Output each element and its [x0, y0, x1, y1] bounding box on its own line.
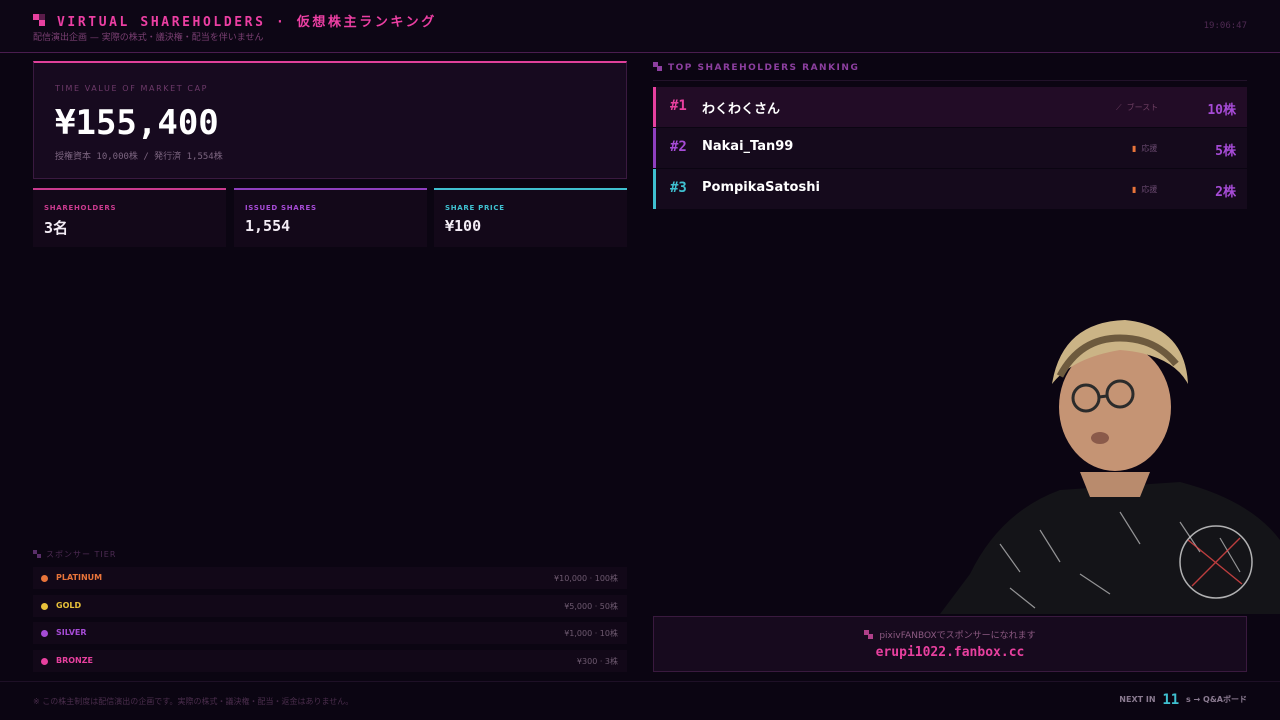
rank-position: #1	[670, 98, 687, 114]
tier-name: BRONZE	[56, 656, 94, 665]
tier-name: SILVER	[56, 628, 87, 637]
tier-price: ¥1,000 · 10株	[564, 629, 618, 638]
market-cap-label: TIME VALUE OF MARKET CAP	[55, 84, 209, 93]
share-count: 5株	[1215, 144, 1236, 159]
shareholder-tag: ▮ 応援	[1132, 144, 1158, 153]
stat-share-price: SHARE PRICE ¥100	[434, 188, 627, 247]
tier-title: スポンサー TIER	[33, 549, 116, 560]
divider	[0, 681, 1280, 682]
rank-position: #3	[670, 180, 687, 196]
market-cap-card: TIME VALUE OF MARKET CAP ¥155,400 授権資本 1…	[33, 61, 627, 179]
stat-value: ¥100	[445, 217, 482, 235]
tier-row: SILVER ¥1,000 · 10株	[33, 622, 627, 644]
sponsor-url[interactable]: erupi1022.fanbox.cc	[654, 645, 1246, 660]
stat-shareholders: SHAREHOLDERS 3名	[33, 188, 226, 247]
countdown-seconds: 11	[1162, 692, 1180, 708]
logo-icon	[33, 14, 45, 26]
ranking-row: #2 Nakai_Tan99 ▮ 応援 5株	[653, 128, 1247, 168]
shareholder-name: Nakai_Tan99	[702, 139, 794, 154]
tier-name: PLATINUM	[56, 573, 103, 582]
page-title: VIRTUAL SHAREHOLDERS · 仮想株主ランキング	[57, 15, 437, 30]
bars-icon: ▮	[1132, 144, 1137, 153]
ranking-row: #3 PompikaSatoshi ▮ 応援 2株	[653, 169, 1247, 209]
shareholder-tag: ⟋ ブースト	[1116, 103, 1159, 112]
sponsor-box: pixivFANBOXでスポンサーになれます erupi1022.fanbox.…	[653, 616, 1247, 672]
stat-label: SHARE PRICE	[445, 204, 505, 212]
market-cap-note: 授権資本 10,000株 / 発行済 1,554株	[55, 152, 223, 162]
header: VIRTUAL SHAREHOLDERS · 仮想株主ランキング 配信演出企画 …	[0, 0, 1280, 53]
sponsor-message: pixivFANBOXでスポンサーになれます	[654, 628, 1246, 641]
market-cap-value: ¥155,400	[55, 103, 219, 143]
fanbox-icon	[864, 630, 874, 639]
stat-value: 3名	[44, 219, 69, 237]
shareholder-name: PompikaSatoshi	[702, 180, 820, 195]
tier-dot	[41, 575, 48, 582]
stat-value: 1,554	[245, 217, 291, 235]
shareholder-name: わくわくさん	[702, 102, 781, 117]
tier-row: GOLD ¥5,000 · 50株	[33, 595, 627, 617]
shareholder-tag: ▮ 応援	[1132, 185, 1158, 194]
share-count: 10株	[1207, 103, 1236, 118]
tier-dot	[41, 630, 48, 637]
tier-dot	[41, 658, 48, 665]
stat-label: ISSUED SHARES	[245, 204, 317, 212]
rocket-icon: ⟋	[1116, 103, 1122, 112]
ranking-row: #1 わくわくさん ⟋ ブースト 10株	[653, 87, 1247, 127]
tier-row: BRONZE ¥300 · 3株	[33, 650, 627, 672]
webcam-overlay	[940, 312, 1280, 614]
share-count: 2株	[1215, 185, 1236, 200]
ranking-icon	[653, 62, 662, 71]
stat-issued-shares: ISSUED SHARES 1,554	[234, 188, 427, 247]
stat-label: SHAREHOLDERS	[44, 204, 117, 212]
streamer-image	[940, 320, 1280, 614]
page-subtitle: 配信演出企画 — 実際の株式・議決権・配当を伴いません	[33, 33, 264, 43]
clock: 19:06:47	[1203, 21, 1247, 31]
tier-price: ¥5,000 · 50株	[564, 602, 618, 611]
tier-row: PLATINUM ¥10,000 · 100株	[33, 567, 627, 589]
bars-icon: ▮	[1132, 185, 1137, 194]
footer-note: ※ この株主制度は配信演出の企画です。実際の株式・議決権・配当・返金はありません…	[33, 697, 354, 706]
tier-dot	[41, 603, 48, 610]
tier-icon	[33, 550, 41, 558]
tier-price: ¥300 · 3株	[576, 657, 618, 666]
next-countdown: NEXT IN 11 s → Q&Aボード	[1119, 692, 1247, 708]
ranking-title: TOP SHAREHOLDERS RANKING	[653, 62, 859, 73]
tier-price: ¥10,000 · 100株	[554, 574, 618, 583]
tier-name: GOLD	[56, 601, 82, 610]
divider	[653, 80, 1247, 81]
rank-position: #2	[670, 139, 687, 155]
